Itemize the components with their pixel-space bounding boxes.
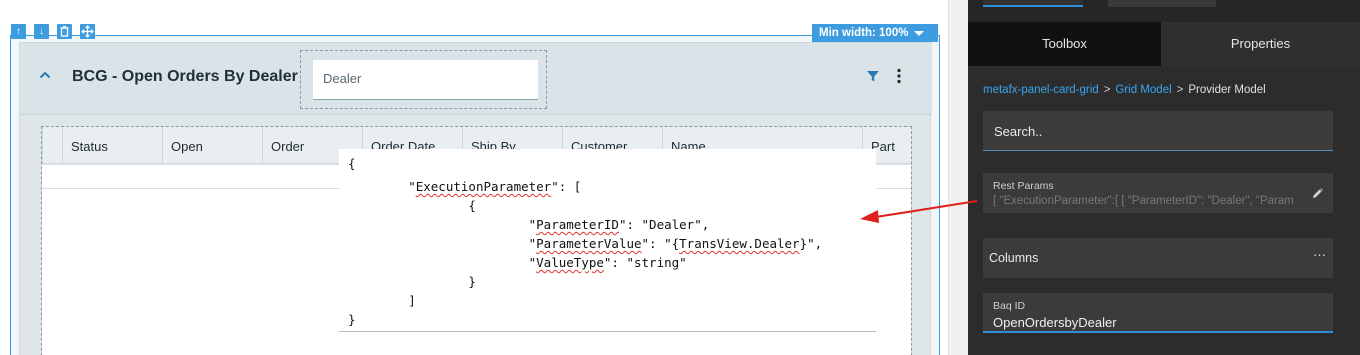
json-line: "ValueType": "string" — [348, 255, 687, 270]
column-status[interactable]: Status — [62, 127, 162, 164]
breadcrumb-separator: > — [1176, 84, 1184, 96]
drag-move-icon[interactable] — [80, 24, 95, 39]
card-title: BCG - Open Orders By Dealer — [72, 68, 298, 85]
json-key-execution-parameter: ExecutionParameter — [415, 179, 552, 194]
canvas-scrollbar[interactable] — [948, 0, 968, 355]
dealer-input[interactable]: Dealer — [313, 60, 538, 100]
delete-icon[interactable] — [57, 24, 72, 39]
more-options-icon[interactable] — [894, 67, 904, 85]
baq-id-label: Baq ID — [993, 300, 1026, 312]
columns-field[interactable]: Columns ··· — [983, 238, 1333, 278]
card-header: BCG - Open Orders By Dealer Dealer — [20, 43, 932, 115]
json-line: "ParameterID": "Dealer", — [348, 217, 710, 232]
dealer-field-container: Dealer — [300, 50, 547, 109]
breadcrumb: metafx-panel-card-grid > Grid Model > Provid… — [983, 84, 1266, 96]
json-line: "ParameterValue": "{TransView.Dealer}", — [348, 236, 823, 251]
top-tab[interactable] — [1108, 0, 1216, 7]
chevron-up-icon[interactable] — [39, 69, 51, 81]
search-input[interactable]: Search.. — [983, 111, 1333, 151]
pencil-icon[interactable] — [1311, 186, 1325, 200]
move-down-icon[interactable]: ↓ — [34, 24, 49, 39]
rest-params-value: [ "ExecutionParameter":[ [ "ParameterID"… — [993, 195, 1293, 207]
json-value-transview: TransView.Dealer — [679, 236, 800, 251]
json-line: { — [348, 156, 356, 171]
properties-panel: Toolbox Properties metafx-panel-card-gri… — [968, 0, 1360, 355]
breadcrumb-current: Provider Model — [1188, 84, 1266, 96]
caret-down-icon — [914, 31, 924, 36]
json-key-value-type: ValueType — [536, 255, 604, 270]
rest-params-field[interactable]: Rest Params [ "ExecutionParameter":[ [ "… — [983, 173, 1333, 213]
filter-icon[interactable] — [866, 69, 880, 83]
json-key-parameter-value: ParameterValue — [536, 236, 642, 251]
tab-properties[interactable]: Properties — [1161, 22, 1360, 66]
min-width-label: Min width: 100% — [819, 27, 909, 39]
json-line: } — [348, 312, 356, 327]
designer-canvas: ↑ ↓ Min width: 100% BCG - Open Orders By… — [0, 0, 968, 355]
breadcrumb-separator: > — [1103, 84, 1111, 96]
top-tab-active[interactable] — [983, 0, 1083, 7]
move-up-icon[interactable]: ↑ — [11, 24, 26, 39]
columns-label: Columns — [989, 251, 1039, 265]
column-open[interactable]: Open — [162, 127, 262, 164]
baq-id-field[interactable]: Baq ID OpenOrdersbyDealer — [983, 293, 1333, 333]
baq-id-value: OpenOrdersbyDealer — [993, 315, 1117, 330]
panel-top-strip — [968, 0, 1360, 22]
panel-tabs: Toolbox Properties — [968, 22, 1360, 66]
min-width-dropdown[interactable]: Min width: 100% — [812, 24, 938, 42]
json-preview-popup: { "ExecutionParameter": [ { "ParameterID… — [339, 149, 876, 332]
json-line: ] — [348, 293, 416, 308]
json-line: } — [348, 274, 476, 289]
json-line: { — [348, 198, 476, 213]
tab-toolbox[interactable]: Toolbox — [968, 22, 1161, 66]
rest-params-label: Rest Params — [993, 180, 1054, 192]
json-line: "ExecutionParameter": [ — [348, 179, 582, 194]
breadcrumb-link-grid-model[interactable]: Grid Model — [1115, 84, 1171, 96]
breadcrumb-link-card-grid[interactable]: metafx-panel-card-grid — [983, 84, 1099, 96]
columns-menu-icon[interactable]: ··· — [1313, 247, 1326, 262]
grid-header-spacer — [42, 127, 62, 164]
json-key-parameter-id: ParameterID — [536, 217, 619, 232]
page-title-fragment — [0, 0, 400, 6]
